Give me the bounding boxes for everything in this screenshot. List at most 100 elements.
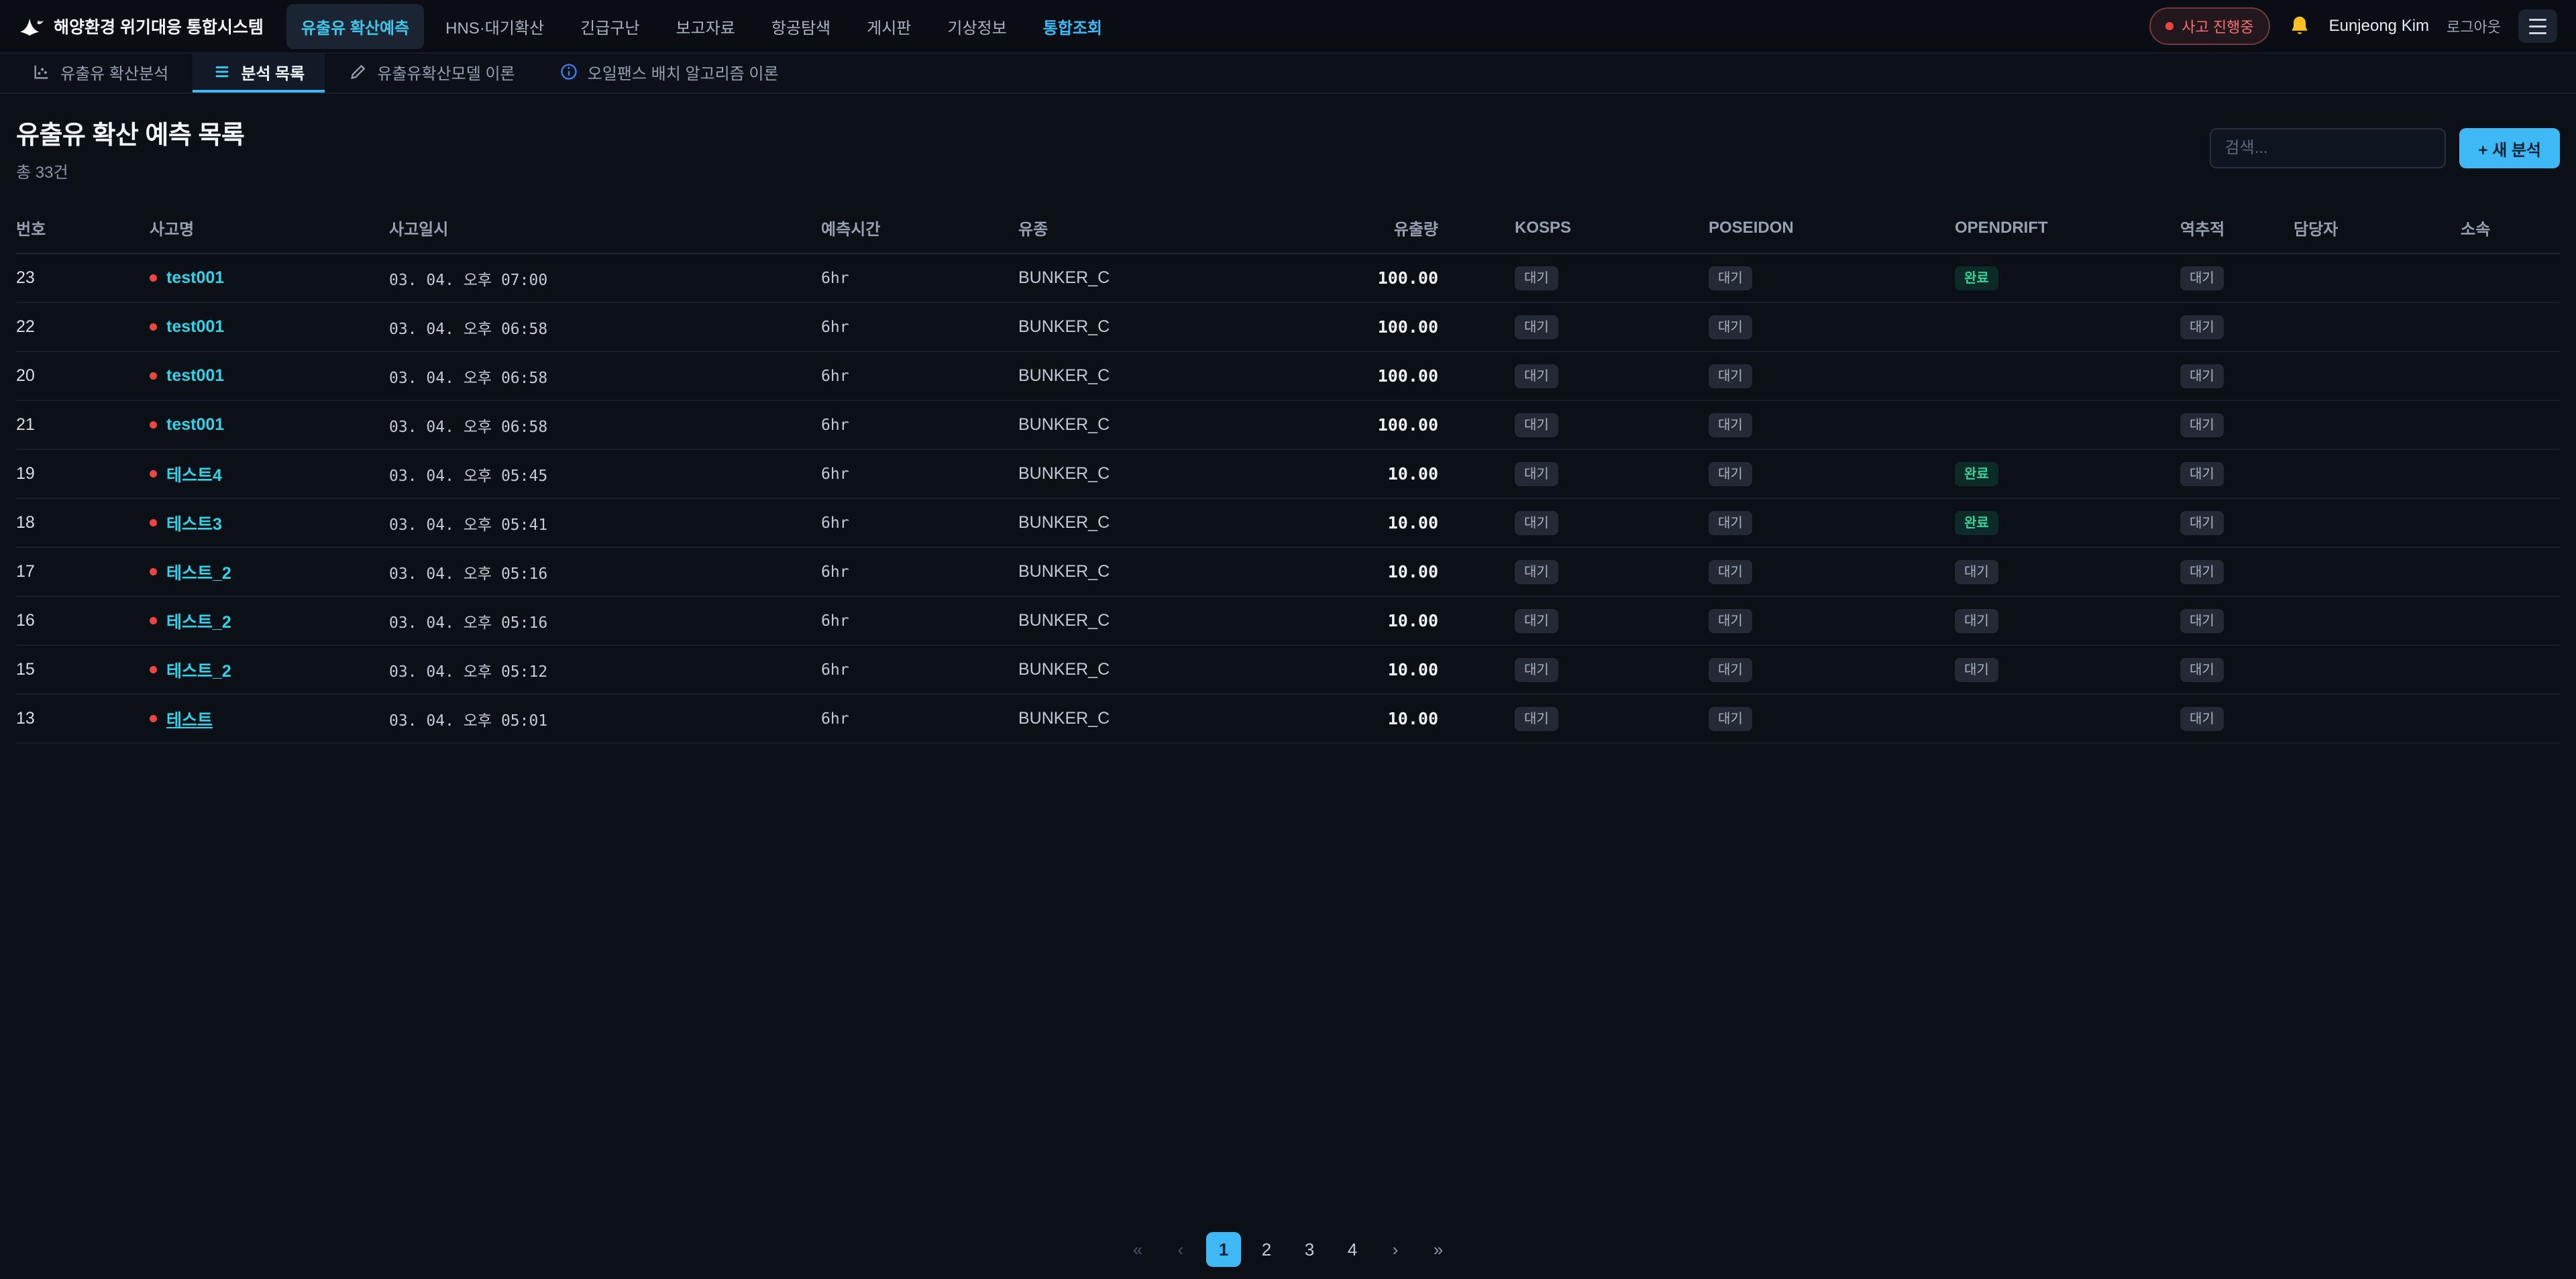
nav-item-1[interactable]: HNS·대기확산 — [431, 4, 559, 49]
status-badge: 대기 — [1955, 560, 1998, 584]
oil-type: BUNKER_C — [1018, 400, 1275, 449]
incident-name: test001 — [166, 415, 224, 435]
incident-name-link[interactable]: test001 — [150, 366, 389, 386]
oil-type: BUNKER_C — [1018, 596, 1275, 645]
table-row[interactable]: 23test00103. 04. 오후 07:006hrBUNKER_C100.… — [16, 254, 2560, 302]
incident-name-link[interactable]: test001 — [150, 317, 389, 337]
pagination-page-1[interactable]: 1 — [1206, 1232, 1241, 1267]
column-header-1: 사고명 — [150, 200, 389, 254]
search-input[interactable] — [2210, 128, 2446, 168]
user-name: Eunjeong Kim — [2329, 17, 2429, 36]
poseidon-status: 대기 — [1709, 694, 1955, 743]
poseidon-status: 대기 — [1709, 547, 1955, 596]
pagination-next[interactable]: › — [1378, 1232, 1413, 1267]
incident-name-link[interactable]: test001 — [150, 268, 389, 288]
brand[interactable]: 해양환경 위기대응 통합시스템 — [19, 14, 264, 38]
organization — [2461, 254, 2560, 302]
poseidon-status: 대기 — [1709, 254, 1955, 302]
column-header-2: 사고일시 — [389, 200, 821, 254]
tab-1[interactable]: 분석 목록 — [193, 54, 325, 93]
incident-name-link[interactable]: 테스트3 — [150, 511, 389, 535]
kosps-status: 대기 — [1515, 400, 1709, 449]
status-badge: 대기 — [1709, 364, 1752, 388]
table-row[interactable]: 17테스트_203. 04. 오후 05:166hrBUNKER_C10.00대… — [16, 547, 2560, 596]
tab-3[interactable]: 오일팬스 배치 알고리즘 이론 — [539, 54, 799, 93]
pagination-last[interactable]: » — [1421, 1232, 1456, 1267]
incident-name-link[interactable]: 테스트 — [150, 707, 389, 731]
incident-name-link[interactable]: test001 — [150, 415, 389, 435]
table-row[interactable]: 21test00103. 04. 오후 06:586hrBUNKER_C100.… — [16, 400, 2560, 449]
logout-button[interactable]: 로그아웃 — [2447, 15, 2501, 37]
poseidon-status: 대기 — [1709, 498, 1955, 547]
tab-0[interactable]: 유출유 확산분석 — [12, 54, 189, 93]
nav-item-4[interactable]: 항공탐색 — [757, 4, 845, 49]
incident-number: 23 — [16, 254, 150, 302]
status-badge: 대기 — [1709, 511, 1752, 535]
incident-badge-label: 사고 진행중 — [2182, 15, 2253, 37]
pagination-page-2[interactable]: 2 — [1249, 1232, 1284, 1267]
table-row[interactable]: 16테스트_203. 04. 오후 05:166hrBUNKER_C10.00대… — [16, 596, 2560, 645]
incident-name-link[interactable]: 테스트_2 — [150, 658, 389, 682]
oil-type: BUNKER_C — [1018, 547, 1275, 596]
kosps-status: 대기 — [1515, 645, 1709, 694]
prediction-duration: 6hr — [821, 351, 1018, 400]
column-header-11: 소속 — [2461, 200, 2560, 254]
page-head-left: 유출유 확산 예측 목록 총 33건 — [16, 114, 244, 182]
oil-type: BUNKER_C — [1018, 694, 1275, 743]
table-row[interactable]: 18테스트303. 04. 오후 05:416hrBUNKER_C10.00대기… — [16, 498, 2560, 547]
kosps-status: 대기 — [1515, 694, 1709, 743]
main-content: 유출유 확산 예측 목록 총 33건 + 새 분석 번호사고명사고일시예측시간유… — [0, 114, 2576, 744]
backtrack-status: 대기 — [2180, 302, 2294, 351]
total-count: 총 33건 — [16, 159, 244, 182]
table-row[interactable]: 20test00103. 04. 오후 06:586hrBUNKER_C100.… — [16, 351, 2560, 400]
status-badge: 대기 — [1515, 462, 1558, 486]
table-row[interactable]: 15테스트_203. 04. 오후 05:126hrBUNKER_C10.00대… — [16, 645, 2560, 694]
status-badge: 대기 — [1515, 658, 1558, 682]
organization — [2461, 694, 2560, 743]
tab-2[interactable]: 유출유확산모델 이론 — [329, 54, 535, 93]
nav-item-6[interactable]: 기상정보 — [932, 4, 1021, 49]
kosps-status: 대기 — [1515, 254, 1709, 302]
poseidon-status: 대기 — [1709, 596, 1955, 645]
table-row[interactable]: 22test00103. 04. 오후 06:586hrBUNKER_C100.… — [16, 302, 2560, 351]
organization — [2461, 351, 2560, 400]
notifications-button[interactable] — [2288, 14, 2312, 38]
incident-datetime: 03. 04. 오후 05:16 — [389, 547, 821, 596]
incident-name-link[interactable]: 테스트4 — [150, 462, 389, 486]
status-badge: 대기 — [1709, 413, 1752, 437]
incident-name-link[interactable]: 테스트_2 — [150, 609, 389, 633]
table-row[interactable]: 19테스트403. 04. 오후 05:456hrBUNKER_C10.00대기… — [16, 449, 2560, 498]
table-row[interactable]: 13테스트03. 04. 오후 05:016hrBUNKER_C10.00대기대… — [16, 694, 2560, 743]
nav-item-3[interactable]: 보고자료 — [661, 4, 749, 49]
top-navbar: 해양환경 위기대응 통합시스템 유출유 확산예측HNS·대기확산긴급구난보고자료… — [0, 0, 2576, 54]
pagination-page-3[interactable]: 3 — [1292, 1232, 1327, 1267]
status-badge: 대기 — [1709, 315, 1752, 339]
nav-item-0[interactable]: 유출유 확산예측 — [286, 4, 424, 49]
pagination: «‹1234›» — [0, 1232, 2576, 1267]
new-analysis-button[interactable]: + 새 분석 — [2459, 128, 2560, 168]
incident-name-link[interactable]: 테스트_2 — [150, 560, 389, 584]
manager — [2294, 645, 2461, 694]
status-badge: 대기 — [2180, 511, 2224, 535]
hamburger-menu-button[interactable] — [2518, 9, 2557, 43]
backtrack-status: 대기 — [2180, 351, 2294, 400]
nav-item-7[interactable]: 통합조회 — [1028, 4, 1117, 49]
nav-item-2[interactable]: 긴급구난 — [566, 4, 654, 49]
pagination-prev[interactable]: ‹ — [1163, 1232, 1198, 1267]
opendrift-status: 완료 — [1955, 254, 2180, 302]
backtrack-status: 대기 — [2180, 254, 2294, 302]
incident-name: test001 — [166, 268, 224, 288]
spill-amount: 10.00 — [1275, 449, 1515, 498]
incident-dot-icon — [150, 323, 157, 331]
opendrift-status — [1955, 694, 2180, 743]
list-icon — [213, 62, 231, 81]
sub-tabbar: 유출유 확산분석분석 목록유출유확산모델 이론오일팬스 배치 알고리즘 이론 — [0, 54, 2576, 94]
prediction-duration: 6hr — [821, 694, 1018, 743]
manager — [2294, 547, 2461, 596]
incident-name: 테스트_2 — [166, 560, 231, 584]
nav-item-5[interactable]: 게시판 — [852, 4, 926, 49]
manager — [2294, 694, 2461, 743]
pagination-first[interactable]: « — [1120, 1232, 1155, 1267]
pagination-page-4[interactable]: 4 — [1335, 1232, 1370, 1267]
organization — [2461, 302, 2560, 351]
